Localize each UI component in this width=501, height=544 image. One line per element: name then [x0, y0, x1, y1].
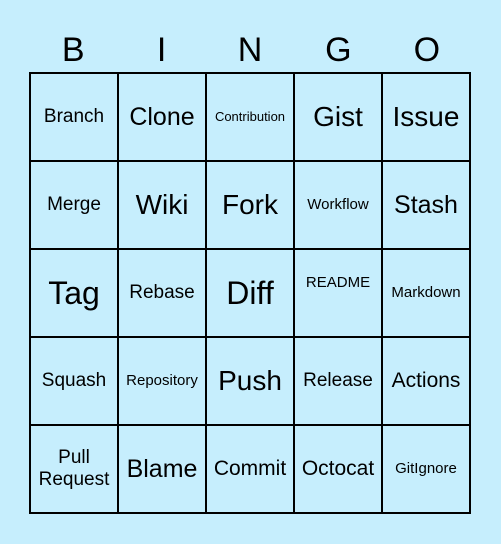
bingo-cell[interactable]: Branch — [30, 73, 118, 161]
bingo-cell[interactable]: Issue — [382, 73, 470, 161]
bingo-cell[interactable]: Commit — [206, 425, 294, 513]
bingo-cell-label: Repository — [126, 372, 198, 390]
header-letter-g: G — [325, 31, 352, 69]
bingo-cell[interactable]: Pull Request — [30, 425, 118, 513]
bingo-cell-label: Contribution — [214, 108, 286, 124]
bingo-cell-label: Rebase — [129, 282, 195, 304]
bingo-cell[interactable]: Workflow — [294, 161, 382, 249]
header-letter-n: N — [237, 31, 263, 69]
bingo-cell-label: README — [305, 274, 371, 292]
bingo-cell-label: Push — [218, 364, 282, 396]
bingo-cell-label: Diff — [226, 274, 274, 311]
bingo-cell-label: Release — [303, 370, 373, 392]
bingo-header: B I N G O — [29, 28, 471, 72]
header-letter-b: B — [61, 31, 85, 69]
bingo-cell-label: Wiki — [135, 188, 189, 220]
bingo-cell-label: Markdown — [391, 284, 461, 302]
bingo-cell-label: Issue — [392, 100, 460, 132]
bingo-cell-label: Squash — [41, 370, 107, 392]
bingo-cell[interactable]: Merge — [30, 161, 118, 249]
bingo-cell[interactable]: Markdown — [382, 249, 470, 337]
bingo-cell[interactable]: README — [294, 249, 382, 337]
bingo-cell[interactable]: Clone — [118, 73, 206, 161]
bingo-cell[interactable]: Blame — [118, 425, 206, 513]
bingo-cell-label: Clone — [129, 102, 195, 131]
bingo-cell[interactable]: Actions — [382, 337, 470, 425]
bingo-cell-label: Tag — [48, 274, 100, 311]
bingo-cell[interactable]: Stash — [382, 161, 470, 249]
bingo-cell[interactable]: Wiki — [118, 161, 206, 249]
bingo-cell[interactable]: Repository — [118, 337, 206, 425]
bingo-cell[interactable]: Contribution — [206, 73, 294, 161]
bingo-cell-label: Pull Request — [38, 447, 110, 490]
bingo-cell-label: GitIgnore — [395, 460, 457, 478]
bingo-cell-label: Stash — [394, 190, 458, 219]
bingo-cell[interactable]: Tag — [30, 249, 118, 337]
bingo-cell[interactable]: Gist — [294, 73, 382, 161]
bingo-cell-label: Fork — [222, 188, 278, 220]
bingo-card-grid: Branch Clone Contribution Gist Issue Merge Wik… — [29, 72, 471, 514]
bingo-cell[interactable]: Diff — [206, 249, 294, 337]
header-letter-i: I — [156, 31, 167, 69]
bingo-cell-label: Branch — [43, 106, 105, 128]
bingo-cell[interactable]: GitIgnore — [382, 425, 470, 513]
bingo-cell-label: Merge — [47, 194, 101, 216]
bingo-cell-label: Actions — [391, 368, 461, 392]
bingo-cell[interactable]: Squash — [30, 337, 118, 425]
bingo-cell-label: Octocat — [301, 456, 375, 480]
header-letter-o: O — [413, 31, 441, 69]
bingo-cell[interactable]: Push — [206, 337, 294, 425]
bingo-cell[interactable]: Release — [294, 337, 382, 425]
bingo-cell-label: Gist — [313, 100, 363, 132]
bingo-cell[interactable]: Rebase — [118, 249, 206, 337]
bingo-cell[interactable]: Octocat — [294, 425, 382, 513]
bingo-cell-label: Blame — [126, 454, 198, 483]
bingo-cell[interactable]: Fork — [206, 161, 294, 249]
bingo-cell-label: Commit — [213, 456, 287, 480]
bingo-cell-label: Workflow — [307, 196, 369, 214]
